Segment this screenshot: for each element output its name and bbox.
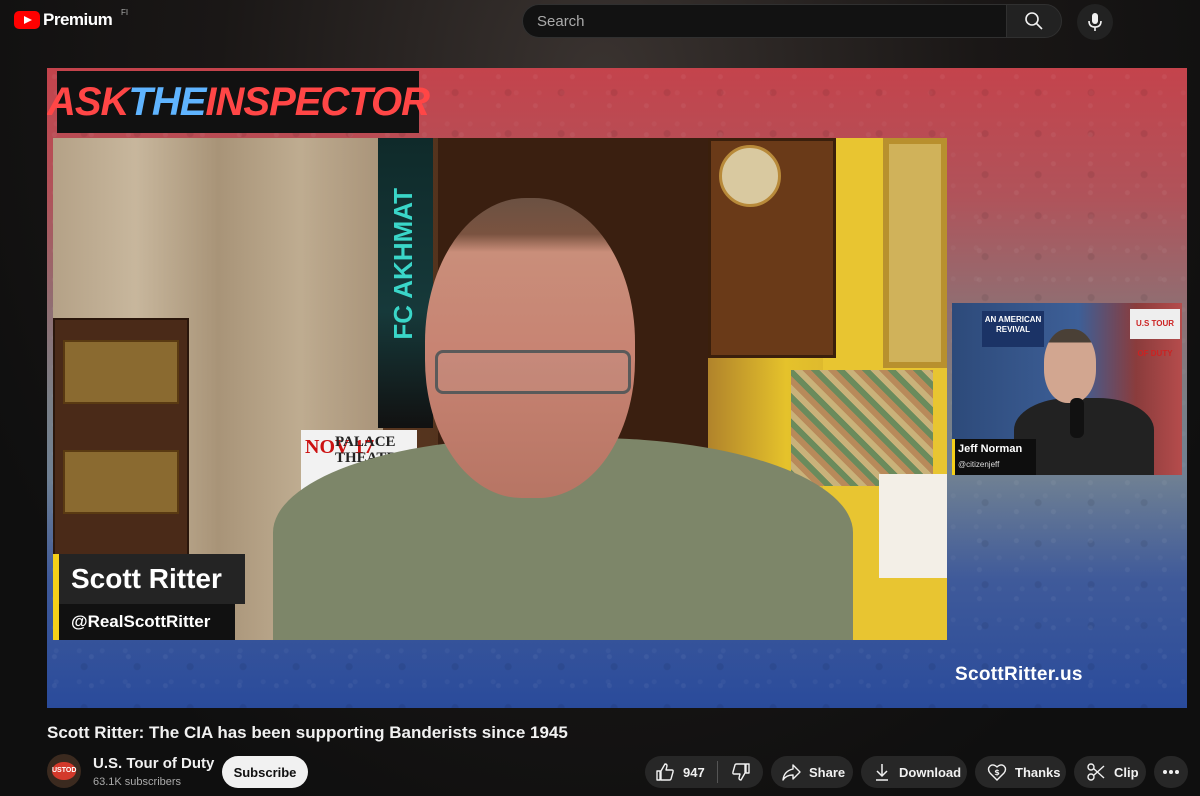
- banner-word-ask: ASK: [47, 79, 129, 124]
- mosaic-painting: [791, 370, 933, 486]
- channel-name[interactable]: U.S. Tour of Duty: [93, 755, 214, 772]
- channel-avatar[interactable]: USTOD: [47, 754, 81, 788]
- subscriber-count: 63.1K subscribers: [93, 776, 182, 788]
- main-camera-feed: FC AKHMAT NOV 17 PALACE THEATRE Scott Ri…: [53, 138, 947, 640]
- video-title: Scott Ritter: The CIA has been supportin…: [47, 723, 568, 742]
- share-icon: [782, 764, 801, 781]
- clip-button[interactable]: Clip: [1074, 756, 1146, 788]
- download-button[interactable]: Download: [861, 756, 967, 788]
- like-dislike-group: 947: [645, 756, 763, 788]
- logo-country-code: FI: [121, 8, 129, 17]
- side-guest-handle: @citizenjeff: [958, 460, 1000, 469]
- svg-text:$: $: [994, 768, 1000, 777]
- side-guest-name: Jeff Norman: [958, 443, 1023, 455]
- more-actions-button[interactable]: [1154, 756, 1188, 788]
- side-camera-feed: AN AMERICAN REVIVAL U.S TOUR OF DUTY Jef…: [952, 303, 1182, 475]
- speaker-glasses: [435, 350, 631, 394]
- top-bar: Premium FI Search: [0, 0, 1200, 44]
- download-icon: [876, 764, 888, 781]
- thanks-heart-dollar-icon: $: [987, 764, 1007, 781]
- dislike-button[interactable]: [718, 756, 763, 788]
- like-button[interactable]: 947: [645, 756, 717, 788]
- search-input[interactable]: Search: [522, 4, 1006, 38]
- video-player[interactable]: ASK THE INSPECTOR FC AKHMAT NOV 17 PALAC…: [47, 68, 1187, 708]
- website-watermark: ScottRitter.us: [955, 664, 1083, 685]
- subscribe-button[interactable]: Subscribe: [222, 756, 308, 788]
- cabinet-panel: [63, 340, 179, 404]
- thumbs-up-icon: [656, 763, 674, 781]
- main-guest-name: Scott Ritter: [59, 554, 245, 604]
- gold-frame: [883, 138, 947, 368]
- logo-text: Premium: [43, 10, 113, 29]
- scissors-icon: [1087, 763, 1105, 781]
- search-bar: Search: [522, 4, 1062, 38]
- us-tour-of-duty-sign: U.S TOUR OF DUTY: [1130, 309, 1180, 358]
- show-title-banner: ASK THE INSPECTOR: [47, 71, 430, 133]
- search-icon: [1025, 12, 1043, 30]
- cabinet-panel: [63, 450, 179, 514]
- download-label: Download: [899, 764, 962, 780]
- side-guest-lower-third: Jeff Norman @citizenjeff: [952, 439, 1036, 475]
- clip-label: Clip: [1114, 764, 1139, 780]
- lower-third-accent: [952, 439, 955, 475]
- scarf: FC AKHMAT: [378, 138, 433, 428]
- avatar-badge: USTOD: [52, 762, 76, 780]
- youtube-premium-logo[interactable]: Premium FI: [14, 8, 128, 30]
- clock-face: [719, 145, 781, 207]
- white-box: [879, 474, 947, 578]
- like-count: 947: [683, 764, 705, 780]
- scarf-text: FC AKHMAT: [388, 188, 418, 340]
- main-guest-handle: @RealScottRitter: [59, 604, 235, 640]
- banner-word-the: THE: [128, 79, 206, 124]
- banner-word-inspector: INSPECTOR: [205, 79, 430, 124]
- share-button[interactable]: Share: [771, 756, 853, 788]
- youtube-play-icon: [14, 11, 40, 29]
- microphone-icon: [1088, 13, 1102, 31]
- search-button[interactable]: [1006, 4, 1062, 38]
- more-horizontal-icon: [1163, 770, 1179, 774]
- speaker-head: [425, 198, 635, 498]
- host-head: [1044, 329, 1096, 403]
- thanks-button[interactable]: $ Thanks: [975, 756, 1066, 788]
- thanks-label: Thanks: [1015, 764, 1061, 780]
- main-guest-lower-third: Scott Ritter @RealScottRitter: [53, 554, 253, 640]
- grandfather-clock: [708, 138, 836, 358]
- voice-search-button[interactable]: [1077, 4, 1113, 40]
- share-label: Share: [809, 764, 846, 780]
- microphone: [1070, 398, 1084, 438]
- american-revival-sign: AN AMERICAN REVIVAL: [982, 311, 1044, 347]
- thumbs-down-icon: [731, 763, 750, 781]
